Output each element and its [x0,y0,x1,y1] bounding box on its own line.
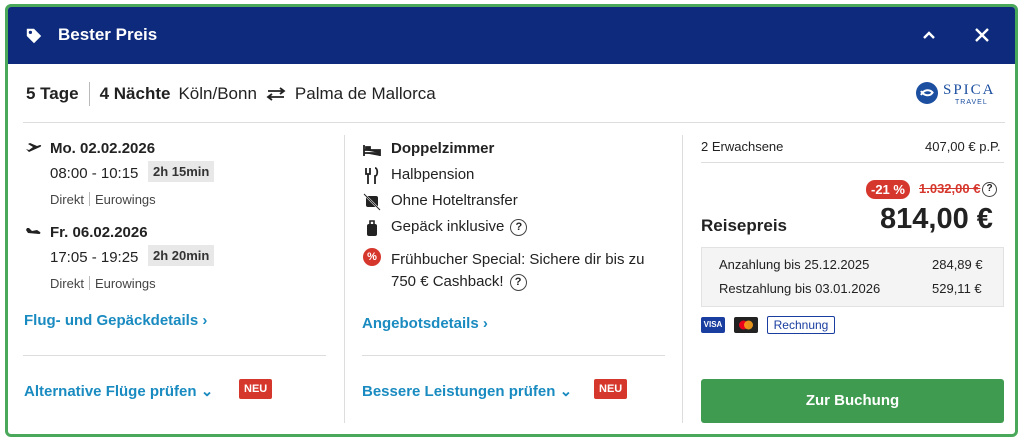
close-icon[interactable] [971,24,993,46]
deposit-label: Anzahlung bis 25.12.2025 [719,257,870,272]
trip-origin: Köln/Bonn [178,84,257,103]
divider [701,162,1004,163]
flight-details-link[interactable]: Flug- und Gepäckdetails › [24,312,207,329]
return-time: 17:05 - 19:25 [50,249,139,266]
return-meta: Direkt Eurowings [50,276,156,291]
bed-icon [363,145,381,156]
divider [362,355,665,356]
chevron-down-icon: ⌄ [200,383,214,400]
flight-details-label: Flug- und Gepäckdetails [24,312,199,329]
operator-name: SPICA [943,82,996,98]
trip-days: 5 Tage [26,84,79,103]
total-price: 814,00 € [880,203,993,235]
luggage-text: Gepäck inklusive [391,218,505,235]
no-transfer-icon [363,193,381,211]
outbound-time: 08:00 - 10:15 [50,165,139,182]
special-line2: 750 € Cashback! [391,273,504,290]
outbound-duration: 2h 15min [148,161,215,182]
price-tag-icon [26,28,42,44]
payment-schedule: Anzahlung bis 25.12.2025 284,89 € Restza… [701,247,1004,307]
help-icon[interactable]: ? [509,274,527,291]
visa-icon: VISA [701,317,725,333]
rest-value: 529,11 € [932,281,982,296]
help-icon[interactable]: ? [510,219,528,236]
trip-nights: 4 Nächte [99,84,171,103]
return-duration: 2h 20min [148,245,215,266]
better-services-label: Bessere Leistungen prüfen [362,383,556,400]
outbound-meta: Direkt Eurowings [50,192,156,207]
divider [23,355,326,356]
rest-label: Restzahlung bis 03.01.2026 [719,281,881,296]
chevron-up-icon[interactable] [918,24,940,46]
chevron-right-icon: › [482,315,488,332]
divider [88,276,90,290]
transfer-text: Ohne Hoteltransfer [391,192,518,209]
trip-summary: 5 Tage 4 Nächte Köln/Bonn Palma de Mallo… [26,81,436,107]
chevron-down-icon: ⌄ [559,383,573,400]
operator-logo: SPICA TRAVEL [915,79,1005,109]
total-label: Reisepreis [701,216,787,235]
luggage-icon [367,220,377,236]
new-badge: NEU [239,379,273,399]
special-line1: Frühbucher Special: Sichere dir bis zu [391,251,645,268]
old-price: 1.032,00 € [919,181,981,196]
return-airline: Eurowings [94,276,156,291]
return-type: Direkt [50,276,84,291]
card-header: Bester Preis [8,7,1015,64]
offer-details-label: Angebotsdetails [362,315,479,332]
divider [88,82,90,106]
outbound-flight: Mo. 02.02.2026 08:00 - 10:15 2h 15min Di… [24,140,324,210]
landing-icon [25,228,41,239]
price-per-person: 407,00 € p.P. [925,139,1001,154]
operator-sub: TRAVEL [955,99,988,106]
divider [88,192,90,206]
board-text: Halbpension [391,166,475,183]
divider [344,135,345,423]
offer-card: Bester Preis 5 Tage 4 Nächte Köln/Bonn P… [5,4,1018,437]
outbound-airline: Eurowings [94,192,156,207]
takeoff-icon [25,143,42,155]
header-title: Bester Preis [58,25,158,44]
discount-badge: -21 % [866,180,910,199]
alt-flights-label: Alternative Flüge prüfen [24,383,197,400]
return-date: Fr. 06.02.2026 [50,224,148,241]
better-services-link[interactable]: Bessere Leistungen prüfen ⌄ [362,382,572,400]
alt-flights-link[interactable]: Alternative Flüge prüfen ⌄ [24,382,213,400]
help-icon[interactable]: ? [982,182,997,197]
percent-icon: % [363,248,381,266]
outbound-date: Mo. 02.02.2026 [50,140,156,157]
divider [23,122,1005,123]
special-offer: Frühbucher Special: Sichere dir bis zu 75… [391,249,644,293]
offer-details-link[interactable]: Angebotsdetails › [362,315,488,332]
mastercard-icon [734,317,758,333]
spica-logo-icon [916,82,938,104]
invoice-badge: Rechnung [767,316,835,334]
luggage-row: Gepäck inklusive? [391,218,528,236]
chevron-right-icon: › [202,312,208,329]
deposit-value: 284,89 € [932,257,983,272]
travellers: 2 Erwachsene [701,139,784,154]
room-link[interactable]: Doppelzimmer [391,140,494,157]
cutlery-icon [365,167,379,184]
divider [682,135,683,423]
swap-arrows-icon [266,87,286,101]
return-flight: Fr. 06.02.2026 17:05 - 19:25 2h 20min Di… [24,224,324,294]
trip-destination: Palma de Mallorca [294,84,436,103]
outbound-type: Direkt [50,192,84,207]
book-button[interactable]: Zur Buchung [701,379,1004,423]
new-badge: NEU [594,379,628,399]
